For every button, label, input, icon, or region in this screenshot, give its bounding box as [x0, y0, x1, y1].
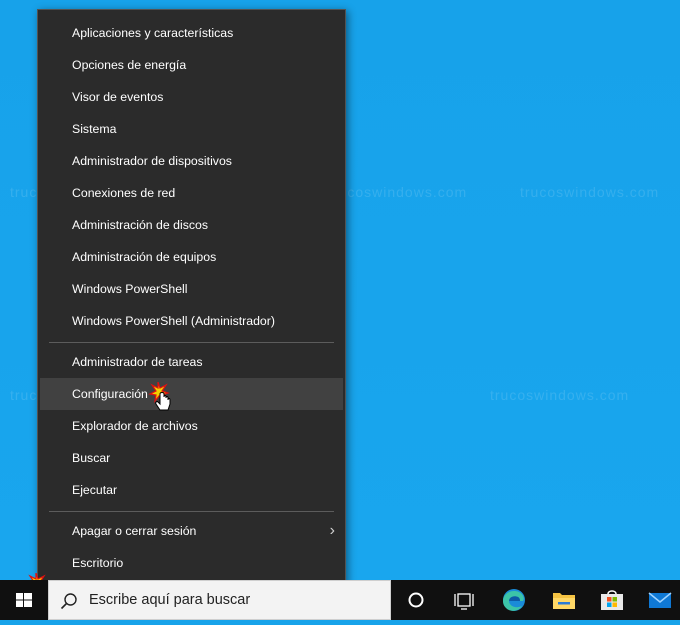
start-button[interactable] [0, 580, 48, 620]
task-view-button[interactable] [440, 580, 488, 620]
cortana-icon [408, 592, 424, 608]
menu-item-settings[interactable]: Configuración [40, 378, 343, 410]
menu-item-apps-features[interactable]: Aplicaciones y características [38, 17, 345, 49]
mail-icon [648, 592, 672, 608]
menu-item-network-connections[interactable]: Conexiones de red [38, 177, 345, 209]
taskbar-search-box[interactable]: Escribe aquí para buscar [48, 580, 391, 620]
watermark: trucoswindows.com [490, 387, 630, 403]
taskbar: Escribe aquí para buscar [0, 580, 680, 620]
menu-item-task-manager[interactable]: Administrador de tareas [38, 346, 345, 378]
menu-group-session: Apagar o cerrar sesión › Escritorio [38, 515, 345, 579]
watermark: trucoswindows.com [520, 184, 660, 200]
menu-item-event-viewer[interactable]: Visor de eventos [38, 81, 345, 113]
menu-item-computer-management[interactable]: Administración de equipos [38, 241, 345, 273]
menu-group-system: Administrador de tareas Configuración Ex… [38, 346, 345, 506]
mail-button[interactable] [636, 580, 680, 620]
menu-item-file-explorer[interactable]: Explorador de archivos [38, 410, 345, 442]
menu-item-powershell[interactable]: Windows PowerShell [38, 273, 345, 305]
menu-item-run[interactable]: Ejecutar [38, 474, 345, 506]
menu-item-system[interactable]: Sistema [38, 113, 345, 145]
menu-item-powershell-admin[interactable]: Windows PowerShell (Administrador) [38, 305, 345, 337]
cortana-button[interactable] [392, 580, 440, 620]
task-view-icon [454, 593, 474, 610]
menu-item-desktop[interactable]: Escritorio [38, 547, 345, 579]
menu-item-power-options[interactable]: Opciones de energía [38, 49, 345, 81]
menu-separator [49, 342, 334, 343]
edge-taskbar-button[interactable] [490, 580, 538, 620]
menu-item-label: Apagar o cerrar sesión [72, 524, 197, 538]
menu-separator [49, 511, 334, 512]
winx-context-menu: Aplicaciones y características Opciones … [37, 9, 346, 586]
menu-group-tools: Aplicaciones y características Opciones … [38, 17, 345, 337]
menu-item-search[interactable]: Buscar [38, 442, 345, 474]
search-icon [60, 593, 77, 610]
file-explorer-icon [553, 593, 575, 609]
menu-item-device-manager[interactable]: Administrador de dispositivos [38, 145, 345, 177]
file-explorer-button[interactable] [540, 580, 588, 620]
edge-icon [503, 589, 525, 611]
chevron-right-icon: › [329, 522, 335, 539]
store-icon [601, 590, 623, 610]
hand-cursor-icon [148, 382, 171, 411]
watermark: trucoswindows.com [328, 184, 468, 200]
windows-start-icon [16, 593, 32, 607]
store-button[interactable] [588, 580, 636, 620]
search-placeholder: Escribe aquí para buscar [89, 592, 251, 608]
menu-item-shutdown-signout[interactable]: Apagar o cerrar sesión › [38, 515, 345, 547]
menu-item-disk-management[interactable]: Administración de discos [38, 209, 345, 241]
